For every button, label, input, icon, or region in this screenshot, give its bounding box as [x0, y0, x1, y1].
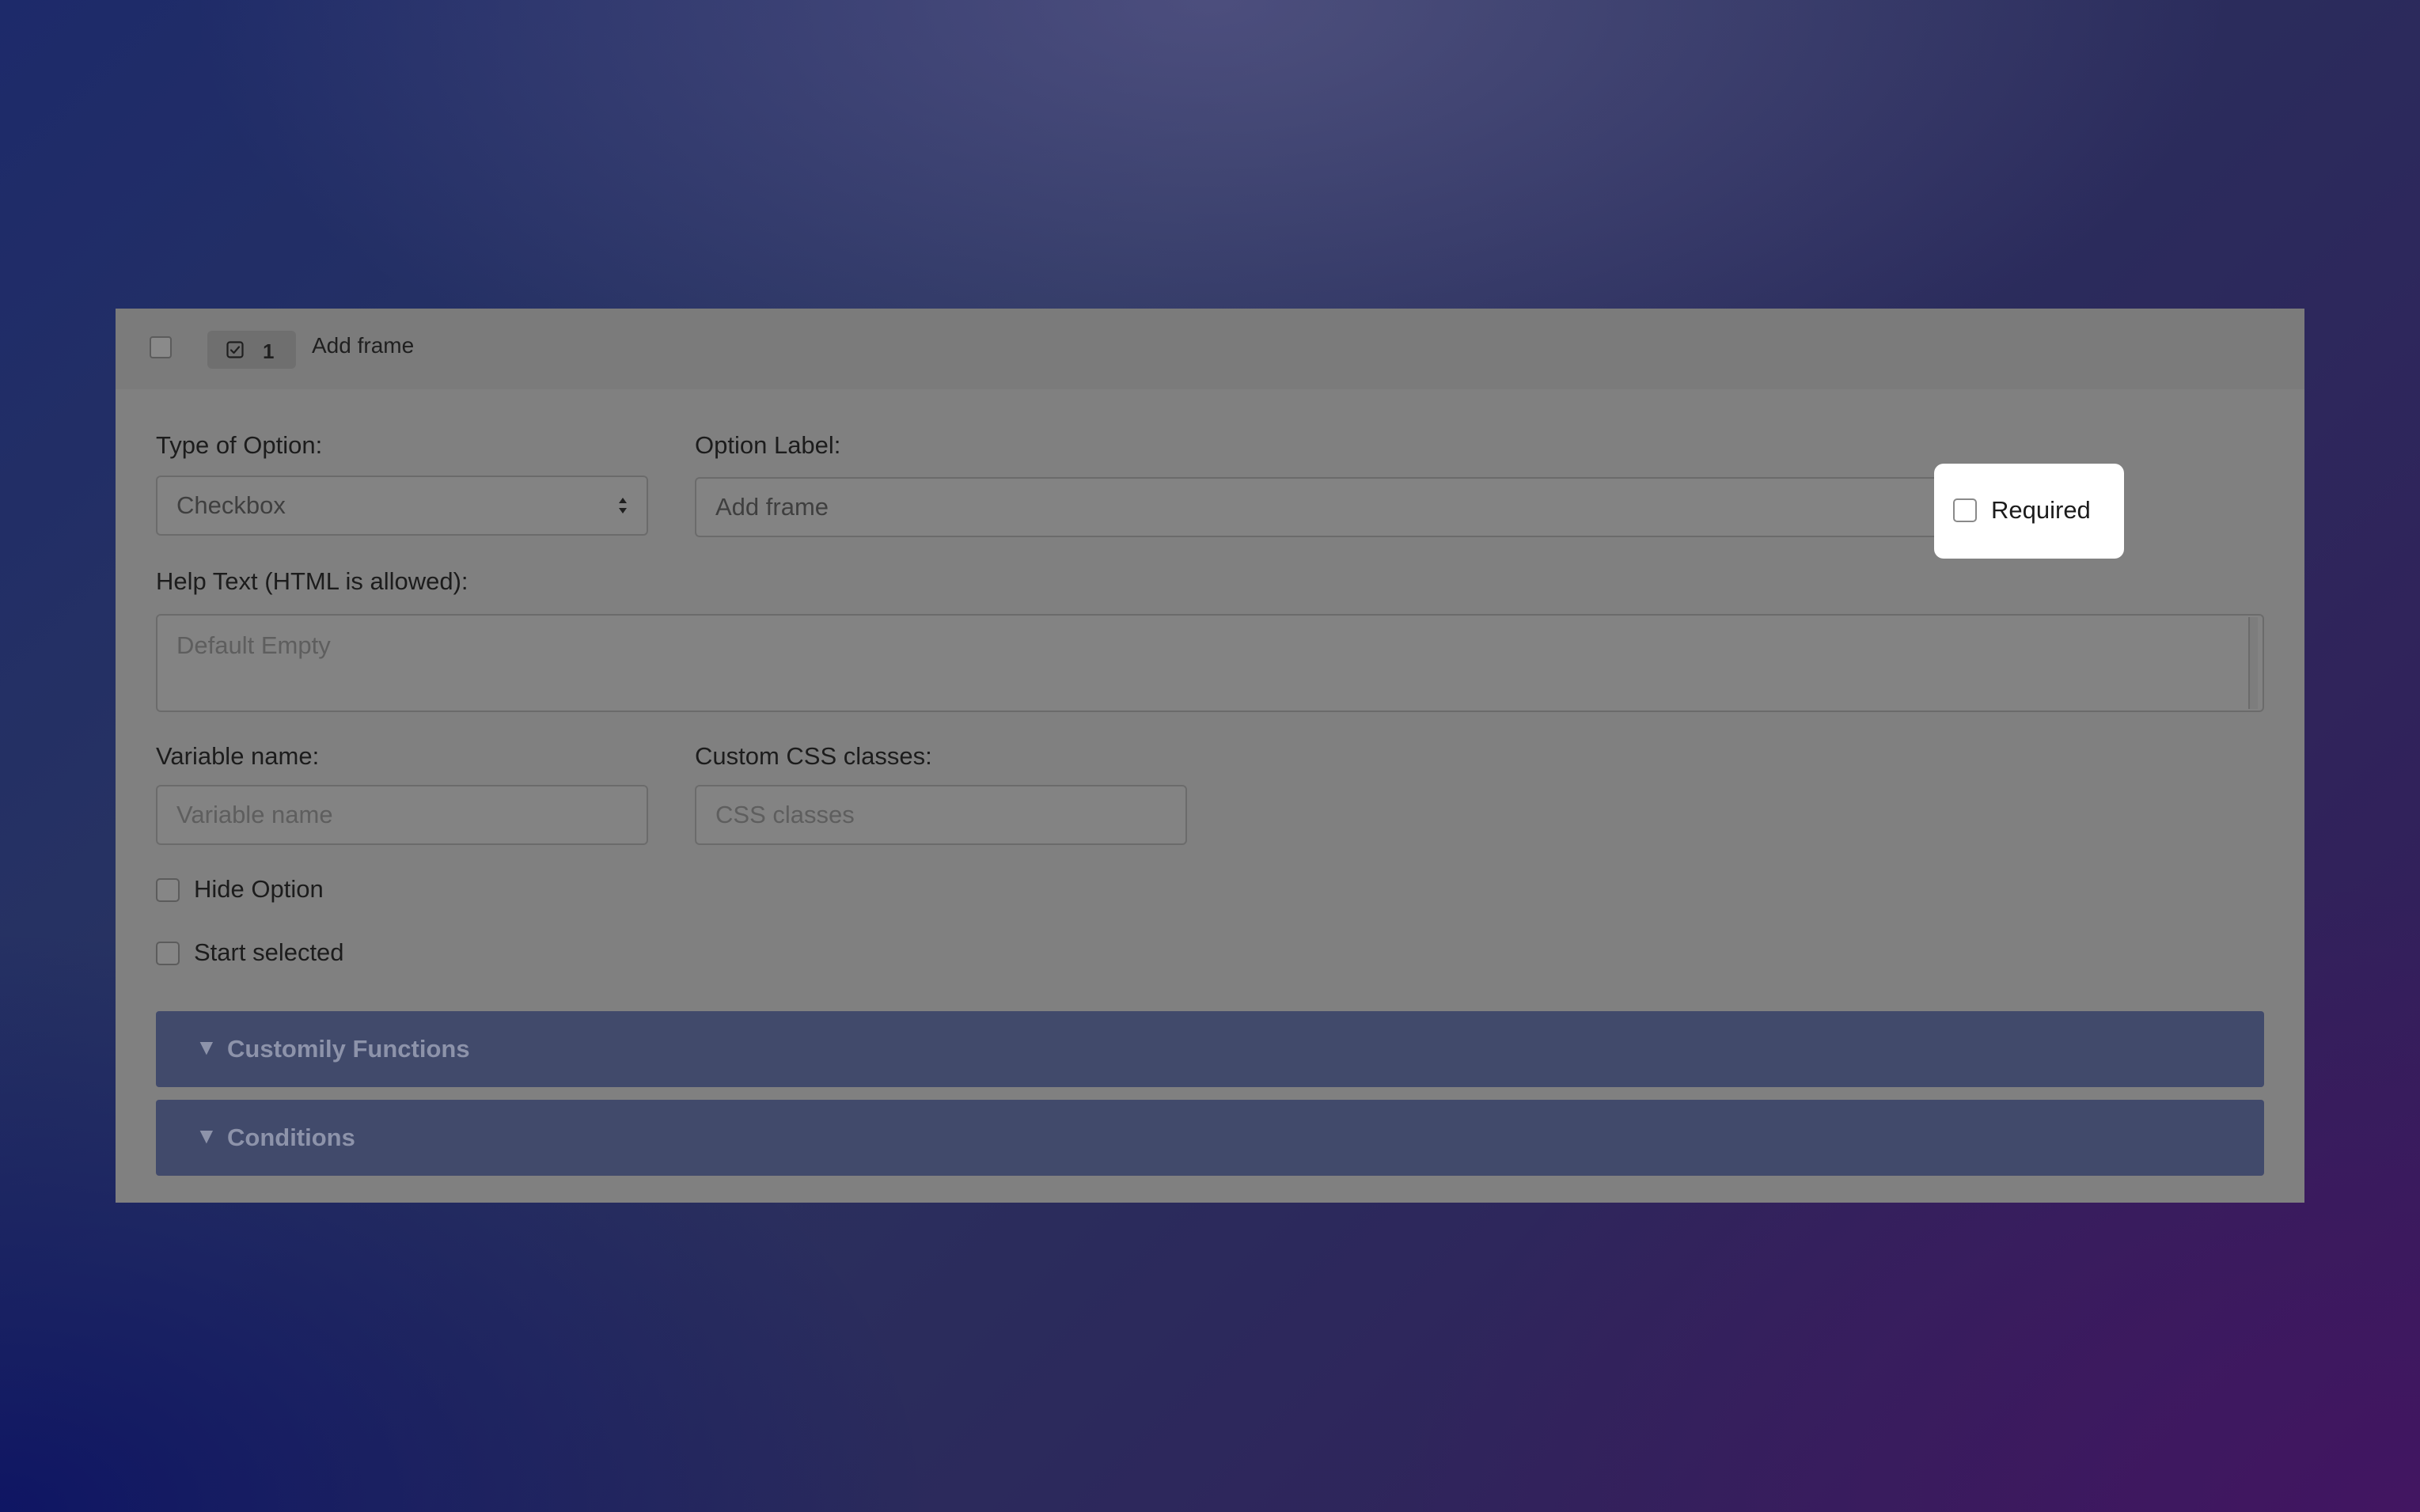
- option-panel: 1 Add frame Type of Option: Checkbox Opt…: [116, 309, 2304, 1203]
- css-classes-input[interactable]: CSS classes: [695, 785, 1187, 845]
- sort-arrows-icon: [619, 498, 627, 513]
- variable-name-label: Variable name:: [156, 742, 320, 770]
- css-classes-placeholder: CSS classes: [715, 801, 855, 828]
- type-of-option-select[interactable]: Checkbox: [156, 476, 648, 536]
- type-of-option-value: Checkbox: [176, 491, 286, 519]
- option-label-input[interactable]: Add frame: [695, 477, 2021, 537]
- conditions-label: Conditions: [227, 1124, 355, 1151]
- help-text-textarea[interactable]: Default Empty: [156, 614, 2264, 712]
- hide-option-label[interactable]: Hide Option: [194, 875, 324, 904]
- triangle-down-icon: ▼: [195, 1124, 218, 1148]
- option-label-value: Add frame: [715, 493, 829, 521]
- variable-name-input[interactable]: Variable name: [156, 785, 648, 845]
- customily-functions-label: Customily Functions: [227, 1035, 470, 1063]
- help-text-label: Help Text (HTML is allowed):: [156, 567, 468, 595]
- option-number: 1: [263, 339, 275, 363]
- textarea-resize-handle[interactable]: [2248, 617, 2258, 709]
- required-checkbox[interactable]: [1953, 498, 1977, 522]
- option-header[interactable]: 1 Add frame: [116, 309, 2304, 389]
- triangle-down-icon: ▼: [195, 1035, 218, 1059]
- select-option-checkbox[interactable]: [150, 336, 172, 358]
- help-text-placeholder: Default Empty: [176, 631, 331, 659]
- option-title: Add frame: [312, 333, 415, 358]
- custom-css-label: Custom CSS classes:: [695, 742, 932, 770]
- start-selected-label[interactable]: Start selected: [194, 938, 344, 967]
- customily-functions-section[interactable]: ▼ Customily Functions: [156, 1011, 2264, 1087]
- option-type-chip: 1: [207, 331, 296, 369]
- required-label[interactable]: Required: [1991, 496, 2091, 525]
- option-label-label: Option Label:: [695, 431, 841, 459]
- required-highlight: Required: [1934, 464, 2124, 559]
- start-selected-checkbox[interactable]: [156, 942, 180, 965]
- hide-option-checkbox[interactable]: [156, 878, 180, 902]
- type-of-option-label: Type of Option:: [156, 431, 323, 459]
- checked-box-icon: [226, 341, 244, 358]
- conditions-section[interactable]: ▼ Conditions: [156, 1100, 2264, 1176]
- variable-name-placeholder: Variable name: [176, 801, 333, 828]
